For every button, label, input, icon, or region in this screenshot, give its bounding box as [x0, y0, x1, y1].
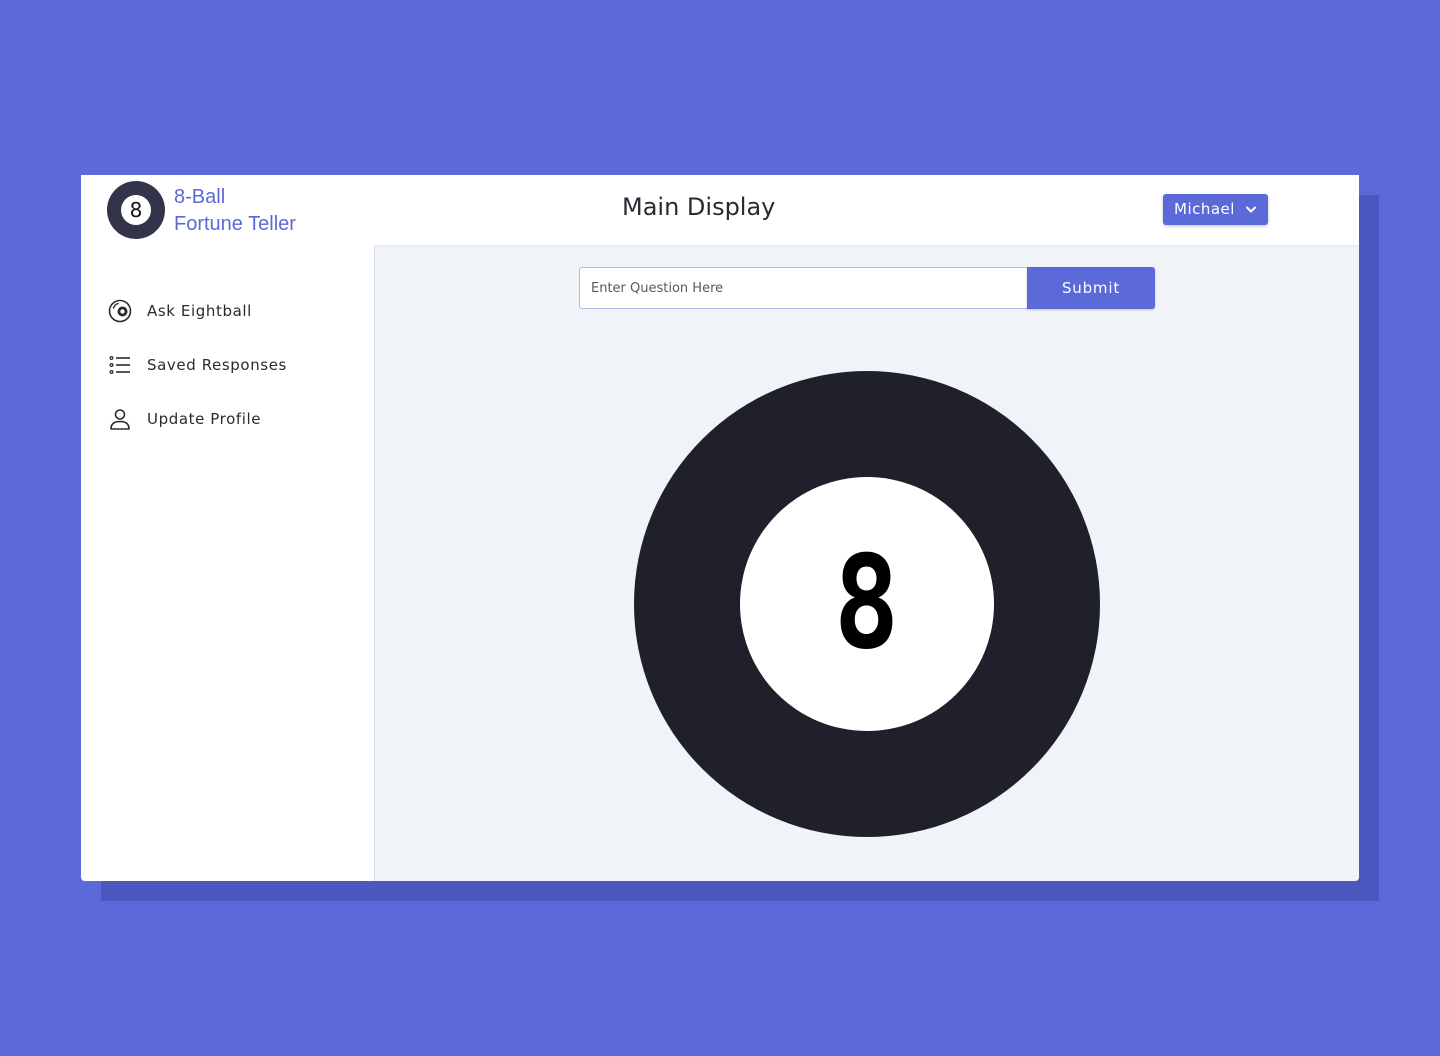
question-input[interactable]	[579, 267, 1027, 309]
page-title: Main Display	[622, 193, 776, 221]
brand-name: 8-Ball Fortune Teller	[174, 184, 296, 238]
sidebar-item-label: Saved Responses	[147, 356, 287, 374]
brand-line-2: Fortune Teller	[174, 213, 296, 235]
sidebar-item-update-profile[interactable]: Update Profile	[107, 406, 261, 432]
sidebar-item-label: Ask Eightball	[147, 302, 252, 320]
eightball[interactable]: 8	[634, 371, 1100, 837]
list-icon	[107, 352, 133, 378]
logo-number: 8	[121, 195, 151, 225]
brand-line-1: 8-Ball	[174, 186, 226, 208]
app-window: 8 8-Ball Fortune Teller Main Display Mic…	[81, 175, 1359, 881]
sidebar-item-label: Update Profile	[147, 410, 262, 428]
main-display: Submit 8	[374, 245, 1359, 881]
eightball-logo-icon: 8	[107, 181, 165, 239]
user-menu-label: Michael	[1174, 200, 1235, 218]
sidebar-item-saved-responses[interactable]: Saved Responses	[107, 352, 287, 378]
submit-button[interactable]: Submit	[1027, 267, 1155, 309]
chevron-down-icon	[1246, 194, 1256, 225]
sidebar: Ask Eightball Saved Responses Update Pro…	[81, 245, 374, 881]
user-icon	[107, 406, 133, 432]
user-menu-button[interactable]: Michael	[1163, 194, 1268, 225]
sidebar-item-ask-eightball[interactable]: Ask Eightball	[107, 298, 252, 324]
eightball-face: 8	[740, 477, 994, 731]
eightball-icon	[107, 298, 133, 324]
eightball-number: 8	[834, 529, 900, 678]
